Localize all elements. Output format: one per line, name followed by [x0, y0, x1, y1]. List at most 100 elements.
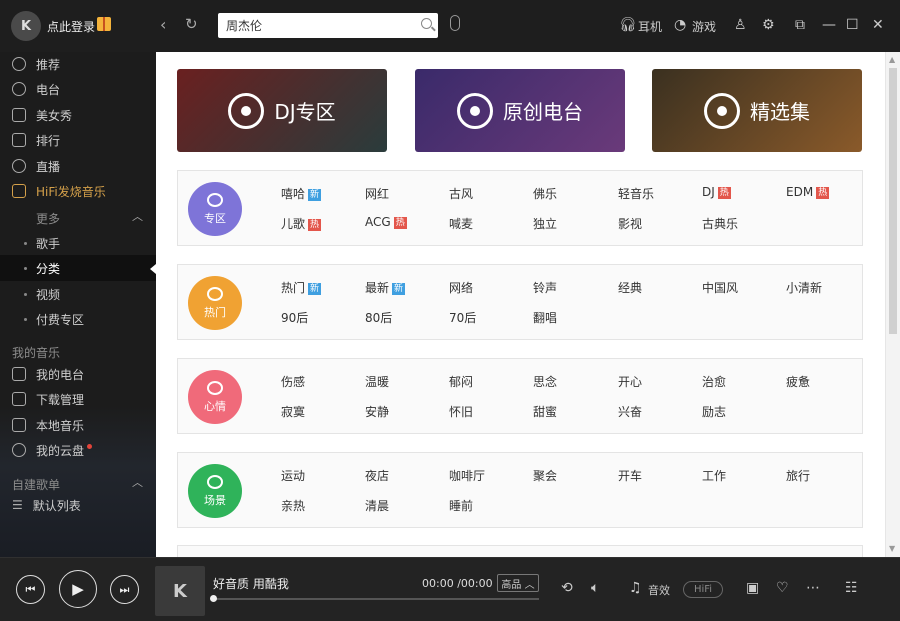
- sidebar-item-download[interactable]: 下载管理: [12, 387, 156, 411]
- playlist-icon[interactable]: ☷: [845, 580, 858, 596]
- search-input[interactable]: [226, 16, 414, 35]
- sidebar-item-my-radio[interactable]: 我的电台: [12, 362, 156, 386]
- more-icon[interactable]: ⋯: [806, 580, 820, 596]
- category-tag[interactable]: 影视: [618, 215, 642, 232]
- category-tag[interactable]: 疲惫: [786, 373, 810, 390]
- sidebar-item-show[interactable]: 美女秀: [12, 103, 156, 127]
- hifi-toggle[interactable]: HiFi: [683, 581, 723, 598]
- chevron-up-icon[interactable]: ︿: [132, 208, 143, 224]
- category-tag[interactable]: 怀旧: [449, 403, 473, 420]
- sidebar-sub-category[interactable]: 分类: [0, 255, 156, 281]
- voice-search-icon[interactable]: [450, 15, 460, 31]
- sidebar-item-rank[interactable]: 排行: [12, 128, 156, 152]
- category-tag[interactable]: 寂寞: [281, 403, 305, 420]
- album-cover[interactable]: K: [155, 566, 205, 616]
- banner-original-radio[interactable]: 原创电台: [415, 69, 625, 152]
- sidebar-item-local[interactable]: 本地音乐: [12, 413, 156, 437]
- lyrics-icon[interactable]: ▣: [746, 580, 759, 596]
- category-tag[interactable]: 经典: [618, 279, 642, 296]
- minimize-icon[interactable]: —: [822, 17, 836, 33]
- category-tag[interactable]: 古风: [449, 185, 473, 202]
- category-tag[interactable]: 思念: [533, 373, 557, 390]
- category-tag[interactable]: 90后: [281, 309, 308, 326]
- category-tag[interactable]: 喊麦: [449, 215, 473, 232]
- quality-select[interactable]: 高品 ︿: [497, 574, 539, 592]
- category-tag[interactable]: 儿歌热: [281, 215, 322, 232]
- category-tag[interactable]: 旅行: [786, 467, 810, 484]
- refresh-icon[interactable]: ↻: [185, 15, 198, 33]
- earphone-link[interactable]: 耳机: [638, 18, 662, 35]
- heart-icon[interactable]: ♡: [776, 580, 789, 596]
- category-tag[interactable]: ACG 热: [365, 215, 407, 229]
- category-tag[interactable]: 80后: [365, 309, 392, 326]
- category-tag[interactable]: EDM 热: [786, 185, 830, 199]
- sidebar-item-radio[interactable]: 电台: [12, 77, 156, 101]
- category-tag[interactable]: 古典乐: [702, 215, 738, 232]
- category-tag[interactable]: 伤感: [281, 373, 305, 390]
- category-tag[interactable]: 热门新: [281, 279, 322, 296]
- play-button[interactable]: ▶: [59, 570, 97, 608]
- category-tag[interactable]: 清晨: [365, 497, 389, 514]
- back-icon[interactable]: ‹: [160, 15, 166, 34]
- game-link[interactable]: 游戏: [692, 18, 716, 35]
- category-tag[interactable]: 甜蜜: [533, 403, 557, 420]
- sidebar-item-default-list[interactable]: ☰ 默认列表: [12, 493, 156, 517]
- sidebar-sub-video[interactable]: 视频: [0, 281, 156, 307]
- category-tag[interactable]: 轻音乐: [618, 185, 654, 202]
- next-button[interactable]: ⏭︎: [110, 575, 139, 604]
- effect-label[interactable]: 音效: [648, 582, 670, 598]
- volume-icon[interactable]: 🔈︎: [591, 580, 599, 596]
- headphone-icon[interactable]: 🎧︎: [619, 17, 637, 33]
- gamepad-icon[interactable]: ◔: [674, 17, 686, 33]
- progress-knob[interactable]: [210, 595, 217, 602]
- scroll-down-icon[interactable]: ▼: [889, 544, 895, 553]
- category-tag[interactable]: 励志: [702, 403, 726, 420]
- sidebar-sub-paid[interactable]: 付费专区: [0, 306, 156, 332]
- category-tag[interactable]: 中国风: [702, 279, 738, 296]
- gift-icon[interactable]: [97, 17, 111, 31]
- sidebar-item-hifi[interactable]: HiFi发烧音乐: [12, 179, 156, 203]
- music-note-icon[interactable]: ♫: [629, 580, 642, 596]
- settings-icon[interactable]: ⚙: [762, 17, 775, 33]
- previous-button[interactable]: ⏮︎: [16, 575, 45, 604]
- more-toggle[interactable]: 更多: [36, 210, 60, 227]
- category-tag[interactable]: 工作: [702, 467, 726, 484]
- progress-bar[interactable]: [210, 595, 539, 602]
- login-link[interactable]: 点此登录: [47, 18, 95, 35]
- category-tag[interactable]: 睡前: [449, 497, 473, 514]
- category-tag[interactable]: 郁闷: [449, 373, 473, 390]
- category-tag[interactable]: 咖啡厅: [449, 467, 485, 484]
- category-tag[interactable]: 开车: [618, 467, 642, 484]
- loop-icon[interactable]: ⟲: [561, 580, 573, 596]
- category-tag[interactable]: 嘻哈新: [281, 185, 322, 202]
- sidebar-sub-singer[interactable]: 歌手: [0, 230, 156, 256]
- scrollbar[interactable]: ▲ ▼: [885, 52, 900, 557]
- category-tag[interactable]: 网络: [449, 279, 473, 296]
- category-tag[interactable]: 小清新: [786, 279, 822, 296]
- sidebar-item-cloud[interactable]: 我的云盘: [12, 438, 156, 462]
- scroll-up-icon[interactable]: ▲: [889, 55, 895, 64]
- category-tag[interactable]: DJ 热: [702, 185, 731, 199]
- category-tag[interactable]: 亲热: [281, 497, 305, 514]
- category-tag[interactable]: 开心: [618, 373, 642, 390]
- category-tag[interactable]: 安静: [365, 403, 389, 420]
- category-tag[interactable]: 独立: [533, 215, 557, 232]
- category-tag[interactable]: 铃声: [533, 279, 557, 296]
- avatar[interactable]: K: [11, 11, 41, 41]
- category-tag[interactable]: 运动: [281, 467, 305, 484]
- category-tag[interactable]: 70后: [449, 309, 476, 326]
- banner-dj[interactable]: DJ专区: [177, 69, 387, 152]
- search-icon[interactable]: [421, 18, 432, 29]
- close-icon[interactable]: ✕: [872, 17, 884, 33]
- chevron-up-icon[interactable]: ︿: [132, 474, 143, 490]
- banner-featured[interactable]: 精选集: [652, 69, 862, 152]
- scroll-thumb[interactable]: [889, 68, 897, 334]
- sidebar-item-live[interactable]: 直播: [12, 154, 156, 178]
- category-tag[interactable]: 翻唱: [533, 309, 557, 326]
- sidebar-item-recommend[interactable]: 推荐: [12, 52, 156, 76]
- category-tag[interactable]: 夜店: [365, 467, 389, 484]
- category-tag[interactable]: 佛乐: [533, 185, 557, 202]
- category-tag[interactable]: 聚会: [533, 467, 557, 484]
- category-tag[interactable]: 最新新: [365, 279, 406, 296]
- category-tag[interactable]: 网红: [365, 185, 389, 202]
